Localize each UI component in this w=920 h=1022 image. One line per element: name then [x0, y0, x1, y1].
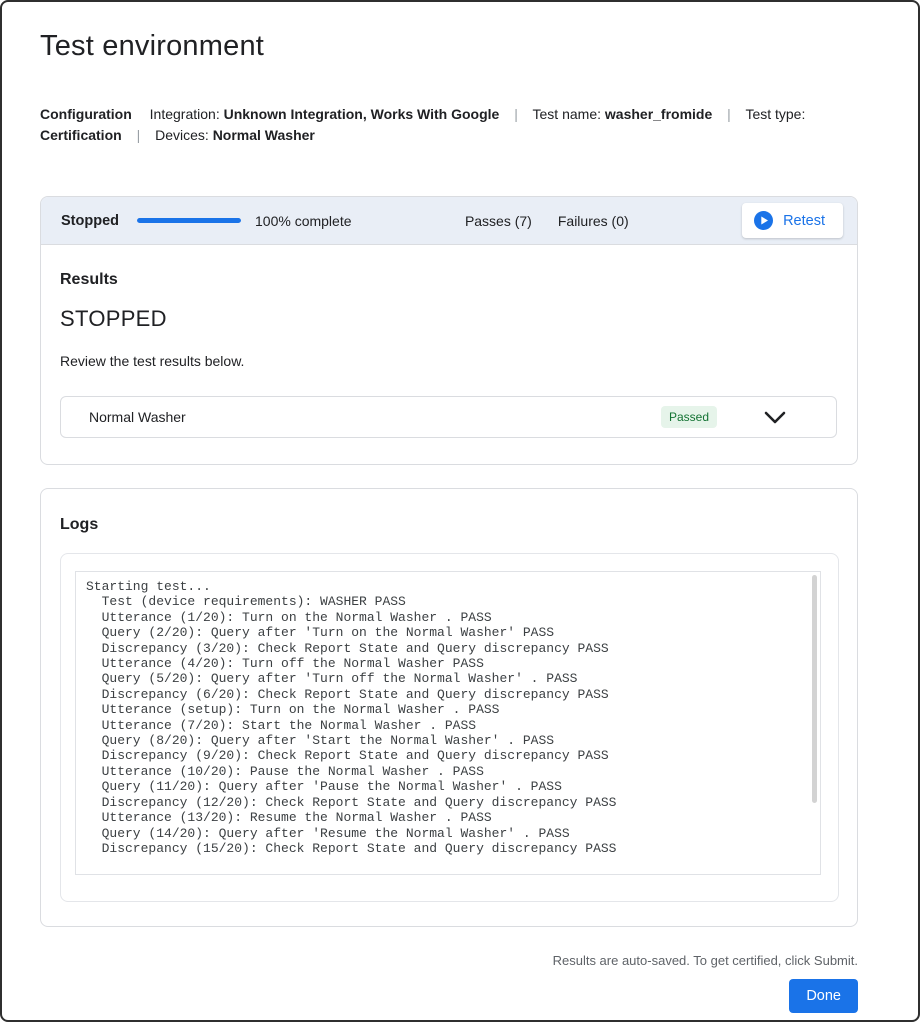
retest-button[interactable]: Retest — [742, 203, 843, 238]
config-separator: | — [137, 127, 141, 143]
results-section: Results STOPPED Review the test results … — [41, 245, 857, 464]
test-counts: Passes (7) Failures (0) — [465, 213, 629, 229]
progress-bar — [137, 218, 241, 223]
log-container: Starting test... Test (device requiremen… — [60, 553, 839, 902]
results-heading: Results — [60, 271, 837, 289]
config-item-test-name: Test name: washer_fromide — [533, 106, 713, 122]
progress-bar-fill — [137, 218, 241, 223]
page-title: Test environment — [40, 30, 880, 63]
log-scroll-area[interactable]: Starting test... Test (device requiremen… — [75, 571, 821, 875]
config-item-integration: Integration: Unknown Integration, Works … — [150, 106, 500, 122]
logs-heading: Logs — [60, 516, 839, 534]
play-icon — [754, 211, 773, 230]
progress-percent-label: 100% complete — [255, 213, 352, 229]
config-item-devices: Devices: Normal Washer — [155, 127, 315, 143]
log-scrollbar[interactable] — [812, 575, 817, 803]
configuration-line: Configuration Integration: Unknown Integ… — [40, 104, 860, 146]
autosave-note: Results are auto-saved. To get certified… — [40, 953, 858, 968]
test-environment-window: Test environment Configuration Integrati… — [0, 0, 920, 1022]
config-separator: | — [514, 106, 518, 122]
results-status: STOPPED — [60, 306, 837, 332]
device-row-right: Passed — [661, 406, 786, 428]
logs-card: Logs Starting test... Test (device requi… — [40, 488, 858, 927]
failures-count: Failures (0) — [558, 213, 629, 229]
config-separator: | — [727, 106, 731, 122]
passes-count: Passes (7) — [465, 213, 532, 229]
chevron-down-icon[interactable] — [764, 411, 786, 424]
log-text: Starting test... Test (device requiremen… — [76, 572, 820, 863]
status-bar: Stopped 100% complete Passes (7) Failure… — [41, 197, 857, 245]
device-result-row[interactable]: Normal Washer Passed — [60, 396, 837, 438]
retest-button-label: Retest — [783, 213, 825, 229]
footer: Results are auto-saved. To get certified… — [40, 953, 858, 1013]
results-description: Review the test results below. — [60, 353, 837, 369]
status-state-label: Stopped — [61, 213, 119, 229]
configuration-label: Configuration — [40, 106, 132, 122]
device-name: Normal Washer — [89, 409, 186, 425]
status-badge: Passed — [661, 406, 717, 428]
done-button[interactable]: Done — [789, 979, 858, 1013]
test-status-card: Stopped 100% complete Passes (7) Failure… — [40, 196, 858, 465]
